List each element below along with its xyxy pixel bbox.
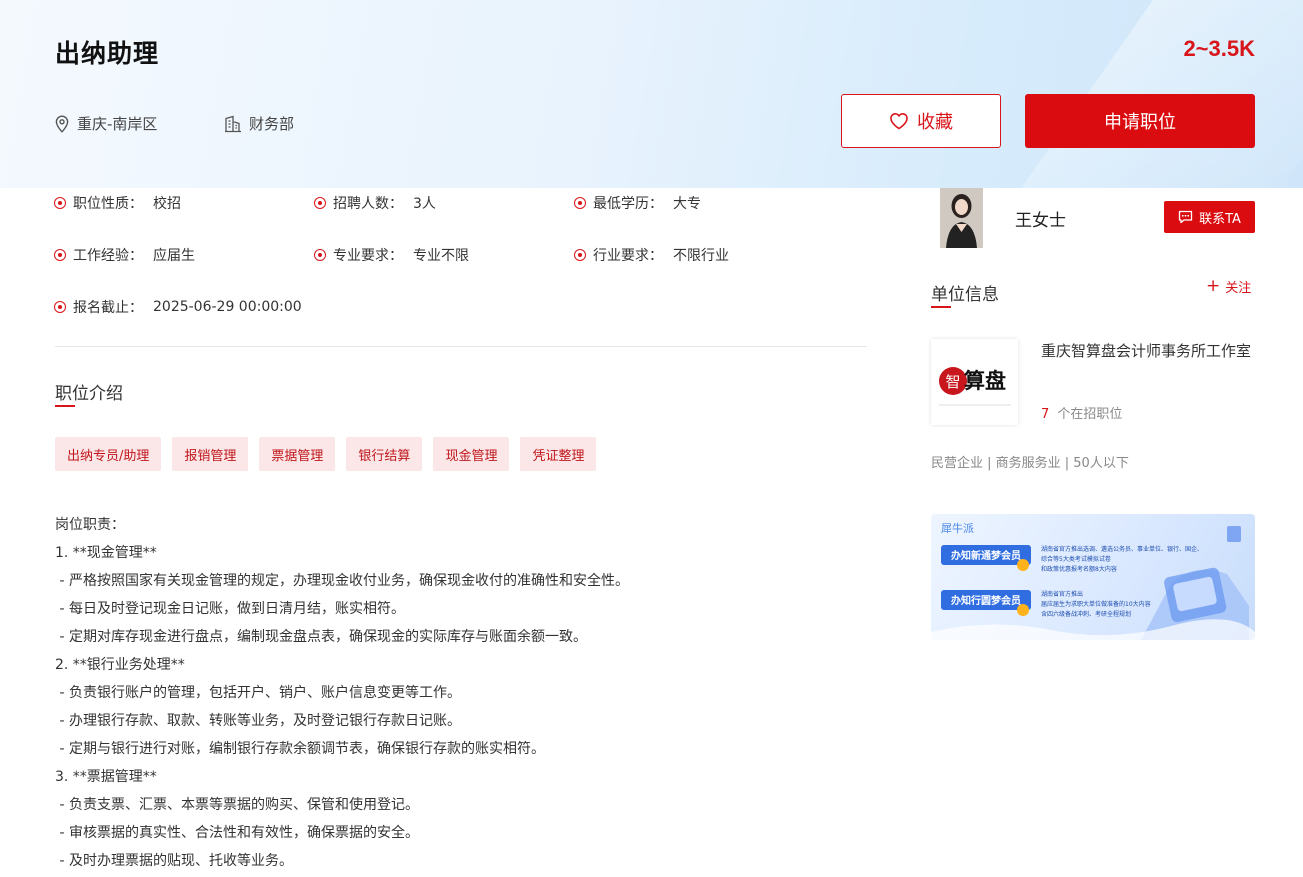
intro-title-text: 职位介绍: [55, 384, 123, 404]
attribute-item: 工作经验： 应届生: [54, 245, 195, 265]
skill-tag: 现金管理: [433, 437, 510, 471]
company-section-title-text: 单位信息: [931, 285, 999, 305]
attribute-value: 2025-06-29 00:00:00: [153, 299, 302, 315]
salary: 2~3.5K: [1183, 36, 1255, 61]
apply-label: 申请职位: [1104, 112, 1176, 133]
job-description: 岗位职责： 1. **现金管理** - 严格按照国家有关现金管理的规定，办理现金…: [55, 511, 875, 875]
attribute-label: 工作经验：: [73, 248, 143, 264]
banner-line1a: 湖南省官方推出选调、遴选公务员、事业单位、银行、国企、: [1041, 545, 1203, 553]
svg-text:智: 智: [945, 373, 960, 391]
bullet-icon: [574, 249, 586, 261]
promo-banner[interactable]: 犀牛派 办知新通梦会员 湖南省官方推出选调、遴选公务员、事业单位、银行、国企、 …: [931, 514, 1255, 640]
job-location: 重庆-南岸区: [54, 113, 157, 134]
banner-badge1: 办知新通梦会员: [951, 549, 1021, 562]
attribute-item: 行业要求： 不限行业: [574, 245, 729, 265]
bullet-icon: [314, 197, 326, 209]
description-line: - 负责支票、汇票、本票等票据的购买、保管和使用登记。: [55, 797, 419, 813]
attribute-value: 专业不限: [413, 248, 469, 264]
follow-button[interactable]: + 关注: [1206, 276, 1252, 297]
company-logo-mark: 智 算盘: [938, 367, 1011, 406]
department-text: 财务部: [249, 115, 295, 133]
bullet-icon: [314, 249, 326, 261]
skill-tag: 票据管理: [259, 437, 336, 471]
recruiter-name: 王女士: [1015, 211, 1066, 231]
description-line: - 及时办理票据的贴现、托收等业务。: [55, 853, 293, 869]
description-line: - 办理银行存款、取款、转账等业务，及时登记银行存款日记账。: [55, 713, 461, 729]
favorite-button[interactable]: 收藏: [841, 94, 1001, 148]
description-line: - 严格按照国家有关现金管理的规定，办理现金收付业务，确保现金收付的准确性和安全…: [55, 573, 629, 589]
plus-icon: +: [1206, 276, 1221, 296]
banner-badge2: 办知行圆梦会员: [951, 594, 1021, 607]
banner-line2c: 含四六级备战冲刺、考研全程规划: [1041, 610, 1131, 618]
open-jobs[interactable]: 7 个在招职位: [1041, 403, 1122, 422]
title-underline: [55, 405, 75, 407]
attribute-value: 3人: [413, 196, 436, 212]
attribute-label: 招聘人数：: [333, 196, 403, 212]
favorite-label: 收藏: [917, 112, 953, 133]
skill-tag: 银行结算: [346, 437, 423, 471]
title-underline: [931, 306, 951, 308]
banner-brand: 犀牛派: [941, 521, 974, 535]
contact-label: 联系TA: [1199, 211, 1241, 227]
apply-button[interactable]: 申请职位: [1025, 94, 1255, 148]
bullet-icon: [54, 197, 66, 209]
attribute-label: 专业要求：: [333, 248, 403, 264]
follow-label: 关注: [1225, 281, 1252, 296]
intro-section-title: 职位介绍: [55, 379, 123, 407]
contact-button[interactable]: 联系TA: [1164, 201, 1255, 233]
attribute-value: 校招: [153, 196, 181, 212]
attribute-item: 专业要求： 专业不限: [314, 245, 469, 265]
banner-line2b: 届应届生为求职大单位做准备的10大内容: [1041, 600, 1151, 608]
description-line: 3. **票据管理**: [55, 769, 157, 785]
skill-tag: 报销管理: [172, 437, 249, 471]
open-jobs-count: 7: [1041, 407, 1050, 422]
attribute-label: 最低学历：: [593, 196, 663, 212]
attribute-value: 大专: [673, 196, 701, 212]
bullet-icon: [574, 197, 586, 209]
description-line: 岗位职责：: [55, 517, 125, 533]
attribute-value: 不限行业: [673, 248, 729, 264]
description-line: - 审核票据的真实性、合法性和有效性，确保票据的安全。: [55, 825, 419, 841]
person-photo-icon: [940, 188, 983, 248]
company-logo[interactable]: 智 算盘: [931, 339, 1018, 425]
attribute-label: 报名截止：: [73, 300, 143, 316]
skill-tags: 出纳专员/助理 报销管理 票据管理 银行结算 现金管理 凭证整理: [55, 437, 597, 471]
company-section-title: 单位信息: [931, 280, 999, 308]
attribute-item: 报名截止： 2025-06-29 00:00:00: [54, 297, 302, 317]
description-line: - 定期与银行进行对账，编制银行存款余额调节表，确保银行存款的账实相符。: [55, 741, 545, 757]
banner-line1c: 和政策优惠报考名额8大内容: [1041, 565, 1117, 573]
bullet-icon: [54, 301, 66, 313]
open-jobs-label: 个在招职位: [1057, 407, 1123, 422]
chat-icon: [1178, 210, 1193, 224]
description-line: - 每日及时登记现金日记账，做到日清月结，账实相符。: [55, 601, 405, 617]
attribute-item: 招聘人数： 3人: [314, 193, 436, 213]
company-meta: 民营企业 | 商务服务业 | 50人以下: [931, 456, 1129, 471]
recruiter-avatar: [940, 188, 983, 248]
attribute-label: 职位性质：: [73, 196, 143, 212]
job-header: 出纳助理 2~3.5K 重庆-南岸区 财务部 收藏 申请职位: [0, 0, 1303, 188]
bullet-icon: [54, 249, 66, 261]
skill-tag: 凭证整理: [520, 437, 597, 471]
location-pin-icon: [55, 114, 69, 133]
building-icon: [225, 115, 241, 132]
description-line: 2. **银行业务处理**: [55, 657, 185, 673]
description-line: - 负责银行账户的管理，包括开户、销户、账户信息变更等工作。: [55, 685, 461, 701]
location-text: 重庆-南岸区: [77, 115, 158, 133]
promo-banner-art: 犀牛派 办知新通梦会员 湖南省官方推出选调、遴选公务员、事业单位、银行、国企、 …: [931, 521, 1255, 640]
job-title: 出纳助理: [55, 39, 160, 68]
attribute-item: 最低学历： 大专: [574, 193, 701, 213]
company-name[interactable]: 重庆智算盘会计师事务所工作室: [1041, 339, 1255, 363]
attribute-value: 应届生: [153, 248, 195, 264]
skill-tag: 出纳专员/助理: [55, 437, 162, 471]
attribute-label: 行业要求：: [593, 248, 663, 264]
heart-icon: [890, 113, 908, 130]
description-line: 1. **现金管理**: [55, 545, 157, 561]
description-line: - 定期对库存现金进行盘点，编制现金盘点表，确保现金的实际库存与账面余额一致。: [55, 629, 587, 645]
attribute-item: 职位性质： 校招: [54, 193, 181, 213]
job-department: 财务部: [224, 113, 294, 134]
banner-line1b: 综合等5大类考试模拟试卷: [1041, 555, 1111, 563]
svg-text:算盘: 算盘: [964, 368, 1006, 393]
banner-line2a: 湖南省官方推出: [1041, 590, 1083, 598]
section-divider: [55, 346, 867, 347]
